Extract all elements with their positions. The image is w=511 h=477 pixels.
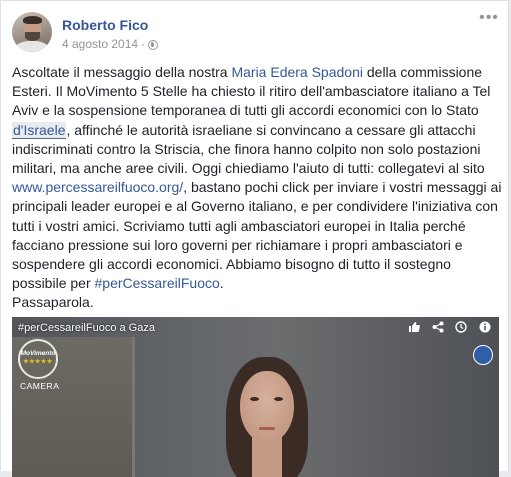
post-date[interactable]: 4 agosto 2014	[62, 37, 138, 51]
post-header: Roberto Fico 4 agosto 2014 · •••	[12, 10, 500, 58]
avatar[interactable]	[12, 12, 52, 52]
logo-text: MoVimento	[20, 350, 56, 357]
channel-badge-icon	[473, 345, 493, 365]
info-icon[interactable]	[479, 321, 491, 336]
more-options-icon[interactable]: •••	[478, 10, 500, 28]
globe-icon[interactable]	[148, 40, 159, 50]
hashtag-link[interactable]: #perCessareilFuoco	[95, 275, 220, 291]
post-body: Ascoltate il messaggio della nostra Mari…	[12, 63, 502, 313]
post-meta: 4 agosto 2014 ·	[62, 37, 159, 51]
video-player[interactable]: #perCessareilFuoco a Gaza MoVimento ★★★★…	[12, 317, 499, 477]
logo-stars: ★★★★★	[23, 359, 53, 365]
post-paragraph: Ascoltate il messaggio della nostra Mari…	[12, 63, 502, 293]
meta-separator: ·	[141, 37, 146, 51]
author-name[interactable]: Roberto Fico	[62, 17, 148, 33]
video-controls	[400, 321, 491, 336]
video-title[interactable]: #perCessareilFuoco a Gaza	[18, 322, 155, 334]
thumb-up-icon[interactable]	[408, 321, 421, 336]
post-closing: Passaparola.	[12, 294, 94, 311]
website-link[interactable]: www.percessareilfuoco.org/	[12, 179, 183, 195]
share-icon[interactable]	[432, 321, 444, 336]
text-segment: , bastano pochi click per inviare i vost…	[12, 179, 502, 292]
logo-subtitle: CAMERA	[20, 381, 60, 391]
clock-icon[interactable]	[455, 321, 468, 336]
text-segment: Ascoltate il messaggio della nostra	[12, 64, 232, 80]
post-card: Roberto Fico 4 agosto 2014 · ••• Ascoltat…	[0, 0, 509, 477]
page-link[interactable]: d'Israele	[12, 121, 67, 139]
movimento-logo: MoVimento ★★★★★	[18, 339, 58, 379]
text-segment: , affinché le autorità israeliane si con…	[12, 121, 485, 177]
text-segment: .	[219, 275, 224, 292]
mention-link[interactable]: Maria Edera Spadoni	[231, 64, 363, 80]
